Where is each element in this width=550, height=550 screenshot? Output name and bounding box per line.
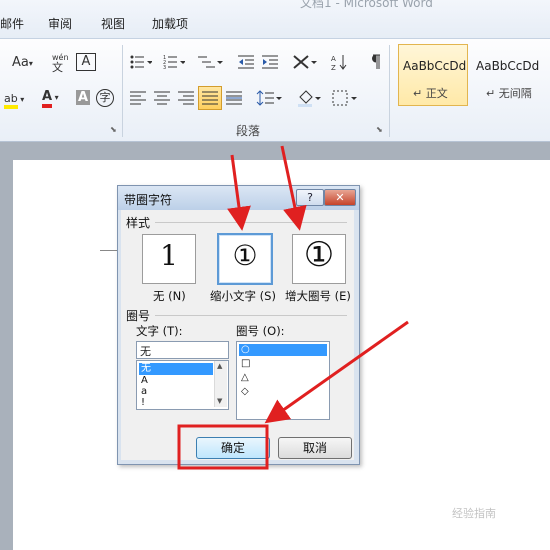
svg-text:3: 3 <box>163 65 166 69</box>
text-field-label: 文字 (T): <box>136 324 183 338</box>
style-normal[interactable]: AaBbCcDd ↵ 正文 <box>398 44 468 106</box>
ribbon-tab-strip: 文档1 - Microsoft Word 邮件 审阅 视图 加载项 <box>0 0 550 38</box>
none-glyph: 1 <box>160 239 178 272</box>
style-sample: AaBbCcDd <box>403 59 467 73</box>
increase-indent-button[interactable] <box>262 55 278 72</box>
align-right-button[interactable] <box>178 91 194 108</box>
divider <box>155 315 347 316</box>
style-sample: AaBbCcDd <box>476 59 540 73</box>
change-case-button[interactable]: Aa▾ <box>12 55 33 70</box>
text-input[interactable]: 无 <box>136 341 229 359</box>
tab-review[interactable]: 审阅 <box>48 15 72 32</box>
group-separator <box>122 45 123 137</box>
dialog-body: 样式 1 无 (N) ① 缩小文字 (S) ① 增大圈号 (E) 圈号 文字 (… <box>121 210 354 460</box>
tab-addins[interactable]: 加载项 <box>152 15 188 32</box>
tab-view[interactable]: 视图 <box>101 15 125 32</box>
style-option-none[interactable]: 1 <box>142 234 196 284</box>
show-formatting-marks-button[interactable] <box>368 53 382 74</box>
list-item[interactable]: ○ <box>239 344 327 356</box>
sort-button[interactable]: AZ <box>331 53 349 74</box>
window-title: 文档1 - Microsoft Word <box>300 0 433 10</box>
phonetic-guide-icon: 文 <box>52 61 63 74</box>
phonetic-guide-button[interactable]: wén 文 <box>52 53 69 73</box>
group-separator <box>389 45 390 137</box>
ok-button[interactable]: 确定 <box>196 437 270 459</box>
list-item[interactable]: ◇ <box>239 386 327 398</box>
divider <box>155 222 347 223</box>
numbering-button[interactable]: 123 <box>163 55 186 72</box>
list-item[interactable]: ! <box>139 397 213 409</box>
decrease-indent-button[interactable] <box>238 55 254 72</box>
style-section-label: 样式 <box>126 216 151 230</box>
help-button[interactable]: ? <box>296 189 324 206</box>
character-shading-button[interactable]: A <box>76 90 90 105</box>
align-center-button[interactable] <box>154 91 170 108</box>
dialog-title: 带圈字符 <box>124 193 173 207</box>
enlarge-symbol-glyph: ① <box>303 235 335 275</box>
watermark: 经验指南 <box>452 507 496 520</box>
enclosure-field-label: 圈号 (O): <box>236 324 285 338</box>
style-name: ↵ 无间隔 <box>486 87 532 100</box>
scroll-up-icon[interactable]: ▲ <box>217 362 222 370</box>
paragraph-dialog-launcher-icon[interactable]: ⬊ <box>376 125 383 134</box>
svg-text:A: A <box>331 55 336 63</box>
font-color-button[interactable]: A ▾ <box>42 89 59 108</box>
cancel-button[interactable]: 取消 <box>278 437 352 459</box>
character-border-button[interactable]: A <box>76 53 96 71</box>
multilevel-list-button[interactable] <box>197 55 223 72</box>
enclosure-listbox[interactable]: ○ □ △ ◇ <box>236 341 330 420</box>
list-item[interactable]: □ <box>239 358 327 370</box>
enclose-characters-dialog: 带圈字符 ? ✕ 样式 1 无 (N) ① 缩小文字 (S) ① 增大圈号 (E… <box>117 185 360 465</box>
list-item[interactable]: △ <box>239 372 327 384</box>
style-no-spacing[interactable]: AaBbCcDd ↵ 无间隔 <box>471 44 541 106</box>
borders-button[interactable] <box>332 89 358 110</box>
style-option-enlarge-symbol-label[interactable]: 增大圈号 (E) <box>285 288 351 304</box>
dialog-titlebar[interactable]: 带圈字符 ? ✕ <box>118 186 359 210</box>
ribbon: Aa▾ wén 文 A ab ▾ A ▾ A 字 ⬊ 123 AZ 段落 ⬊ A… <box>0 38 550 142</box>
style-name: ↵ 正文 <box>413 87 448 100</box>
bullets-button[interactable] <box>130 55 153 72</box>
line-spacing-button[interactable] <box>256 89 282 110</box>
style-option-none-label[interactable]: 无 (N) <box>153 288 186 304</box>
style-option-shrink-text[interactable]: ① <box>217 233 273 285</box>
tab-mailings[interactable]: 邮件 <box>0 15 24 32</box>
paragraph-group-label: 段落 <box>236 124 261 138</box>
chinese-layout-button[interactable] <box>292 53 318 74</box>
style-option-shrink-text-label[interactable]: 缩小文字 (S) <box>210 288 276 304</box>
svg-text:Z: Z <box>331 64 336 71</box>
list-item[interactable]: 无 <box>139 363 213 375</box>
enclose-characters-button[interactable]: 字 <box>96 89 114 107</box>
text-listbox[interactable]: 无 A a ! ▲ ▼ <box>136 360 229 410</box>
highlight-color-button[interactable]: ab ▾ <box>4 91 24 109</box>
justify-button[interactable] <box>198 86 222 110</box>
list-scrollbar[interactable]: ▲ ▼ <box>214 361 227 407</box>
scroll-down-icon[interactable]: ▼ <box>217 397 222 405</box>
align-left-button[interactable] <box>130 91 146 108</box>
shading-button[interactable] <box>296 89 322 110</box>
shrink-text-glyph: ① <box>232 239 258 272</box>
style-option-enlarge-symbol[interactable]: ① <box>292 234 346 284</box>
enclosure-section-label: 圈号 <box>126 309 151 323</box>
close-button[interactable]: ✕ <box>324 189 356 206</box>
font-dialog-launcher-icon[interactable]: ⬊ <box>110 125 117 134</box>
distributed-button[interactable] <box>226 91 242 108</box>
